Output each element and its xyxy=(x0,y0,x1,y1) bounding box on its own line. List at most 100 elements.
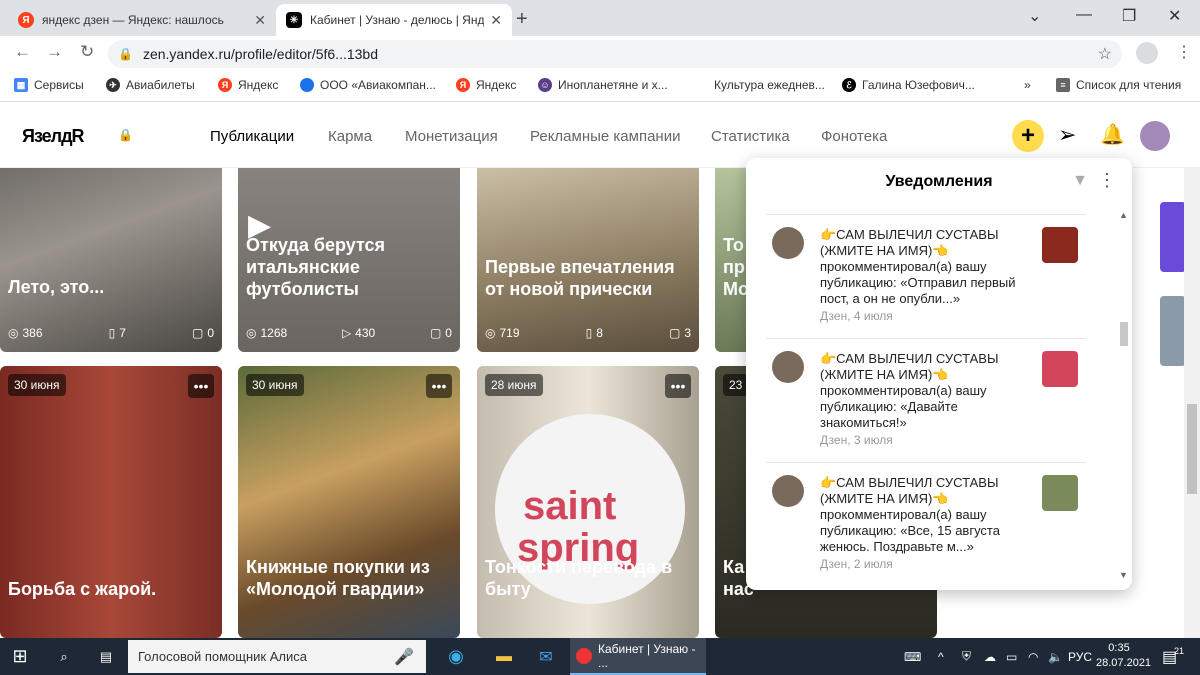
url-text: zen.yandex.ru/profile/editor/5f6...13bd xyxy=(142,46,378,62)
volume-icon[interactable]: 🔈 xyxy=(1048,638,1063,675)
back-icon[interactable]: ← xyxy=(14,42,31,62)
more-options-icon[interactable]: ••• xyxy=(188,374,214,398)
play-count-icon: ▷ xyxy=(341,326,352,340)
active-app-title: Кабинет | Узнаю - ... xyxy=(598,641,696,670)
close-window-icon[interactable]: ✕ xyxy=(1168,6,1181,26)
reading-list[interactable]: ≡ Список для чтения xyxy=(1056,78,1181,92)
tab-dzen-cabinet[interactable]: ✳ Кабинет | Узнаю - делюсь | Янд ✕ xyxy=(276,4,512,36)
scrollbar-thumb[interactable] xyxy=(1120,322,1128,346)
wifi-icon[interactable]: ◠ xyxy=(1028,638,1038,675)
onedrive-icon[interactable]: ☁ xyxy=(984,638,996,675)
publication-thumbnail[interactable] xyxy=(1042,475,1078,511)
more-options-icon[interactable]: ••• xyxy=(665,374,691,398)
notification-item[interactable]: 👉САМ ВЫЛЕЧИЛ СУСТАВЫ (ЖМИТЕ НА ИМЯ)👈 про… xyxy=(766,462,1086,582)
battery-icon[interactable]: ▭ xyxy=(1006,638,1017,675)
bookmark-galina[interactable]: ℰ Галина Юзефович... xyxy=(842,78,975,92)
bookmark-aliens[interactable]: ☺ Инопланетяне и х... xyxy=(538,78,668,92)
side-thumbnail xyxy=(1160,296,1186,366)
close-icon[interactable]: ✕ xyxy=(490,12,502,29)
bookmark-aviacompany[interactable]: ООО «Авиакомпан... xyxy=(300,78,436,92)
scroll-down-icon[interactable]: ▼ xyxy=(1119,570,1128,580)
notification-item[interactable]: 👉САМ ВЫЛЕЧИЛ СУСТАВЫ (ЖМИТЕ НА ИМЯ)👈 про… xyxy=(766,214,1086,334)
tab-search-icon[interactable]: ⌄ xyxy=(1028,6,1041,26)
comments-stat: ▢ 0 xyxy=(192,324,214,342)
bookmark-services[interactable]: ▦ Сервисы xyxy=(14,78,84,92)
nav-statistics[interactable]: Статистика xyxy=(711,128,790,145)
bookmarks-overflow[interactable]: » xyxy=(1024,78,1031,92)
nav-monetization[interactable]: Монетизация xyxy=(405,128,498,145)
bookmark-yandex-2[interactable]: Я Яндекс xyxy=(456,78,516,92)
filter-icon[interactable]: ▼ xyxy=(1072,172,1088,190)
clock[interactable]: 0:35 28.07.2021 xyxy=(1096,641,1151,671)
book-icon: ▯ xyxy=(585,326,593,340)
notification-author[interactable]: 👉САМ ВЫЛЕЧИЛ СУСТАВЫ (ЖМИТЕ НА ИМЯ)👈 xyxy=(820,227,998,258)
bookmark-label: Яндекс xyxy=(476,78,517,92)
notification-body: прокомментировал(а) вашу публикацию: «Вс… xyxy=(820,507,1000,554)
bell-icon[interactable]: 🔔 xyxy=(1100,122,1125,147)
avatar[interactable] xyxy=(772,227,804,259)
language-indicator[interactable]: РУС xyxy=(1068,638,1092,675)
nav-karma[interactable]: Карма xyxy=(328,128,372,145)
bookmark-culture[interactable]: Культура ежеднев... xyxy=(714,78,825,92)
scroll-up-icon[interactable]: ▲ xyxy=(1119,210,1128,220)
shield-icon[interactable]: ⛨ xyxy=(962,638,971,675)
avatar[interactable] xyxy=(772,351,804,383)
publication-card[interactable]: saint spring 28 июня ••• Тонкости перево… xyxy=(477,366,699,638)
notifications-scrollbar[interactable]: ▲ ▼ xyxy=(1118,210,1130,580)
avatar[interactable] xyxy=(772,475,804,507)
microphone-icon[interactable]: 🎤 xyxy=(394,647,414,667)
more-options-icon[interactable]: ⋮ xyxy=(1098,170,1116,191)
folder-icon[interactable]: ▬ xyxy=(484,638,524,675)
more-options-icon[interactable]: ••• xyxy=(426,374,452,398)
voice-assistant-search[interactable]: Голосовой помощник Алиса 🎤 xyxy=(128,640,426,673)
tab-yandex-search[interactable]: Я яндекс дзен — Яндекс: нашлось ✕ xyxy=(8,4,276,36)
reads-stat: ▯ 7 xyxy=(109,324,126,342)
dzen-logo[interactable]: ЯзелдR xyxy=(22,126,85,147)
notification-date: Дзен, 4 июля xyxy=(820,309,893,323)
publication-thumbnail[interactable] xyxy=(1042,227,1078,263)
publication-card[interactable]: 30 июня ••• Борьба с жарой. xyxy=(0,366,222,638)
bookmark-aviatickets[interactable]: ✈ Авиабилеты xyxy=(106,78,195,92)
book-icon: ▯ xyxy=(108,326,116,340)
profile-icon[interactable] xyxy=(1136,42,1158,64)
nav-publications[interactable]: Публикации xyxy=(210,128,294,145)
notification-author[interactable]: 👉САМ ВЫЛЕЧИЛ СУСТАВЫ (ЖМИТЕ НА ИМЯ)👈 xyxy=(820,351,998,382)
page-scrollbar[interactable] xyxy=(1184,168,1200,638)
mail-icon[interactable]: ✉ xyxy=(526,638,566,675)
browser-menu-icon[interactable]: ⋮ xyxy=(1176,42,1192,62)
script-e-icon: ℰ xyxy=(842,78,856,92)
task-view-icon[interactable]: ▤ xyxy=(86,638,126,675)
bookmark-yandex-1[interactable]: Я Яндекс xyxy=(218,78,278,92)
nav-phonoteka[interactable]: Фонотека xyxy=(821,128,887,145)
reload-icon[interactable]: ↻ xyxy=(80,42,94,62)
publication-thumbnail[interactable] xyxy=(1042,351,1078,387)
publication-card[interactable]: Лето, это... ◎ 386 ▯ 7 ▢ 0 xyxy=(0,168,222,352)
new-tab-button[interactable]: + xyxy=(516,8,528,31)
bookmark-star-icon[interactable]: ☆ xyxy=(1098,44,1112,64)
scrollbar-thumb[interactable] xyxy=(1187,404,1197,494)
search-icon[interactable]: ⌕ xyxy=(44,638,84,675)
windows-start-icon[interactable]: ⊞ xyxy=(0,638,40,675)
add-publication-button[interactable]: + xyxy=(1012,120,1044,152)
notification-item[interactable]: 👉САМ ВЫЛЕЧИЛ СУСТАВЫ (ЖМИТЕ НА ИМЯ)👈 про… xyxy=(766,338,1086,458)
publication-card[interactable]: 30 июня ••• Книжные покупки из «Молодой … xyxy=(238,366,460,638)
lock-icon: 🔒 xyxy=(118,128,133,142)
publication-card[interactable]: ▶ Откуда берутся итальянские футболисты … xyxy=(238,168,460,352)
url-bar[interactable]: 🔒 zen.yandex.ru/profile/editor/5f6...13b… xyxy=(108,40,1122,68)
card-title: Первые впечатления от новой прически xyxy=(485,257,675,299)
edge-icon[interactable]: ◉ xyxy=(436,638,476,675)
close-icon[interactable]: ✕ xyxy=(254,12,266,29)
lock-icon[interactable]: 🔒 xyxy=(118,47,133,61)
forward-icon[interactable]: → xyxy=(46,42,63,62)
tray-chevron-icon[interactable]: ^ xyxy=(938,638,944,675)
publication-card[interactable]: Первые впечатления от новой прически ◎ 71… xyxy=(477,168,699,352)
keyboard-icon[interactable]: ⌨ xyxy=(904,638,921,675)
taskbar-chrome-app[interactable]: Кабинет | Узнаю - ... xyxy=(570,638,706,675)
avatar[interactable] xyxy=(1140,121,1170,151)
notification-author[interactable]: 👉САМ ВЫЛЕЧИЛ СУСТАВЫ (ЖМИТЕ НА ИМЯ)👈 xyxy=(820,475,998,506)
notification-body: прокомментировал(а) вашу публикацию: «Да… xyxy=(820,383,987,430)
send-icon[interactable]: ➢ xyxy=(1058,122,1076,148)
nav-ad-campaigns[interactable]: Рекламные кампании xyxy=(530,128,680,145)
minimize-icon[interactable]: — xyxy=(1076,6,1092,24)
maximize-icon[interactable]: ❐ xyxy=(1122,6,1136,26)
